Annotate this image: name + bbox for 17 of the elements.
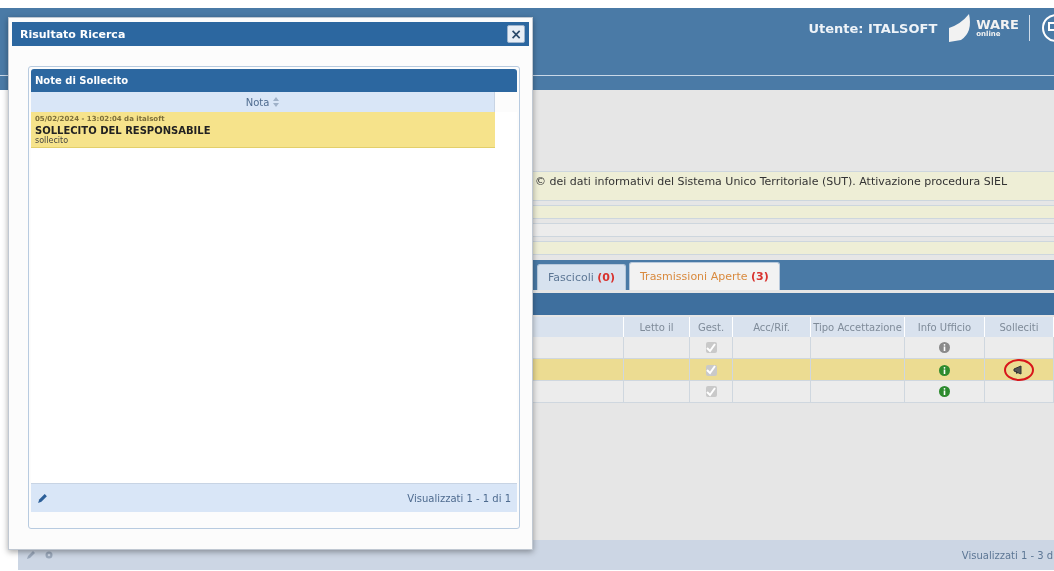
description-text: © dei dati informativi del Sistema Unico Territoriale (SUT). Attivazione procedura SIEL: [535, 174, 1008, 188]
tab[interactable]: Fascicoli (0): [537, 264, 626, 290]
note-title: SOLLECITO DEL RESPONSABILE: [35, 125, 212, 136]
pencil-icon[interactable]: [37, 492, 48, 504]
info-icon[interactable]: [939, 342, 950, 353]
info-icon[interactable]: [939, 364, 950, 376]
pagination-text: Visualizzati 1 - 1 di 1: [407, 492, 511, 504]
close-button[interactable]: ×: [507, 25, 525, 43]
note-text: sollecito: [35, 136, 70, 145]
info-icon[interactable]: [939, 386, 950, 397]
sort-icon[interactable]: [273, 97, 280, 107]
gear-icon[interactable]: [44, 550, 54, 560]
column-header[interactable]: Nota: [245, 96, 270, 108]
tab[interactable]: Trasmissioni Aperte (3): [629, 262, 780, 290]
user-label: Utente: ITALSOFT: [808, 20, 938, 36]
dialog-title: Risultato Ricerca: [20, 27, 126, 41]
panel-title: Note di Sollecito: [31, 69, 517, 92]
